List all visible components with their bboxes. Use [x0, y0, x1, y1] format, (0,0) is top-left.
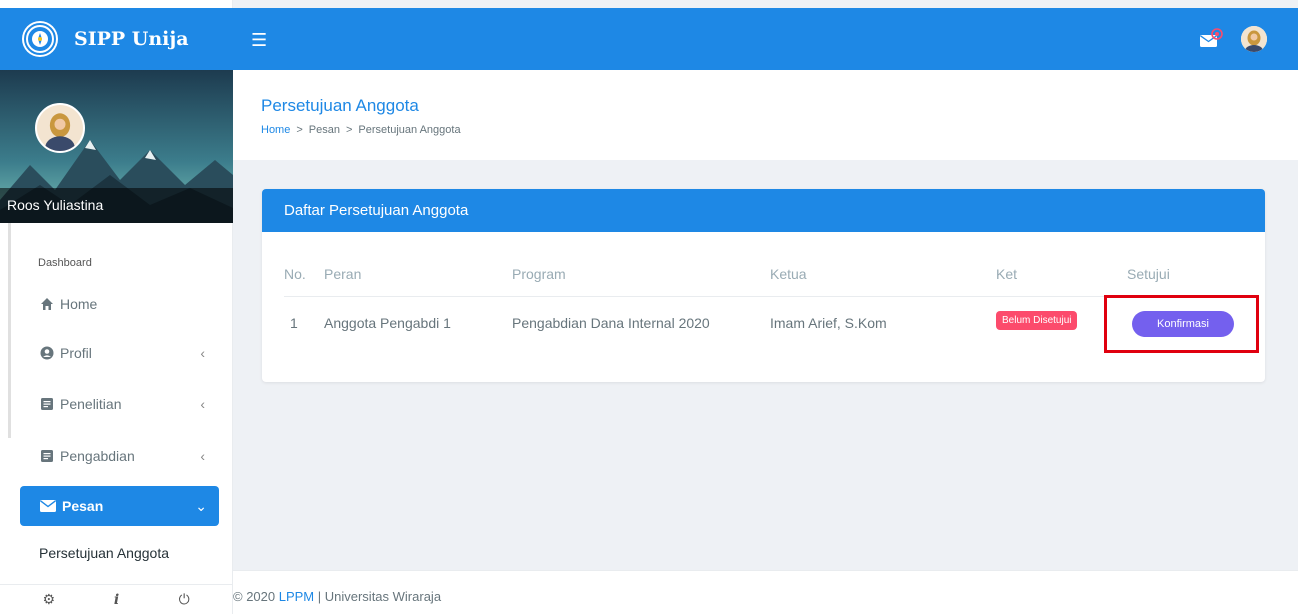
breadcrumb-pesan[interactable]: Pesan — [309, 124, 340, 136]
column-header-ketua: Ketua — [770, 266, 807, 282]
sidebar-item-label: Profil — [60, 345, 92, 361]
column-header-no: No. — [284, 266, 306, 282]
chevron-left-icon: ‹ — [200, 396, 205, 412]
column-header-program: Program — [512, 266, 566, 282]
sidebar-item-label: Pesan — [62, 498, 104, 514]
page-title-area: Persetujuan Anggota Home > Pesan > Persetuju… — [233, 70, 1298, 160]
cell-peran: Anggota Pengabdi 1 — [324, 315, 451, 331]
card-title: Daftar Persetujuan Anggota — [262, 189, 1265, 232]
profile-name[interactable]: Roos Yuliastina — [7, 197, 103, 213]
hamburger-menu-icon[interactable]: ☰ — [251, 30, 267, 51]
sidebar-item-label: Home — [60, 296, 98, 312]
notification-mail-icon[interactable] — [1199, 28, 1223, 54]
sidebar: SIPP Unija Roos Yuliastina Dashboard Hom… — [0, 0, 233, 614]
sidebar-item-penelitian[interactable]: Penelitian ‹ — [40, 396, 215, 412]
power-icon[interactable]: ⏻ — [174, 592, 194, 608]
sidebar-item-pengabdian[interactable]: Pengabdian ‹ — [40, 448, 215, 464]
envelope-icon — [40, 500, 56, 512]
footer-lppm-link[interactable]: LPPM — [279, 589, 314, 604]
profile-name-bar: Roos Yuliastina — [0, 188, 233, 223]
footer-copyright: © 2020 — [233, 589, 279, 604]
profile-banner: Roos Yuliastina — [0, 70, 233, 223]
settings-icon[interactable]: ⚙ — [39, 592, 59, 608]
sidebar-item-profil[interactable]: Profil ‹ — [40, 345, 215, 361]
chevron-down-icon: ⌄ — [195, 497, 207, 514]
cell-ketua: Imam Arief, S.Kom — [770, 315, 887, 331]
cell-no: 1 — [290, 315, 298, 331]
breadcrumb-separator: > — [296, 124, 303, 136]
nav-caption: Dashboard — [38, 257, 92, 269]
breadcrumb-home[interactable]: Home — [261, 124, 290, 136]
page-title: Persetujuan Anggota — [261, 96, 419, 115]
status-badge: Belum Disetujui — [996, 311, 1078, 330]
sidebar-footer: ⚙ i ⏻ — [0, 584, 233, 614]
footer-university: | Universitas Wiraraja — [314, 589, 442, 604]
column-header-setujui: Setujui — [1127, 266, 1170, 282]
chevron-left-icon: ‹ — [200, 345, 205, 361]
cell-program: Pengabdian Dana Internal 2020 — [512, 315, 710, 331]
info-icon[interactable]: i — [106, 592, 126, 608]
sidebar-item-home[interactable]: Home — [40, 296, 215, 312]
topbar: ☰ — [233, 8, 1298, 70]
user-circle-icon — [40, 346, 54, 360]
column-header-ket: Ket — [996, 266, 1018, 282]
footer-text: © 2020 LPPM | Universitas Wiraraja — [233, 589, 441, 604]
sidebar-item-label: Pengabdian — [60, 448, 135, 464]
home-icon — [40, 297, 54, 311]
top-user-avatar[interactable] — [1241, 26, 1267, 52]
page-footer: © 2020 LPPM | Universitas Wiraraja — [233, 570, 1298, 614]
column-header-peran: Peran — [324, 266, 362, 282]
breadcrumb: Home > Pesan > Persetujuan Anggota — [261, 124, 461, 136]
brand[interactable]: SIPP Unija — [0, 8, 233, 70]
approval-card: Daftar Persetujuan Anggota No. Peran Pro… — [262, 189, 1265, 382]
sidebar-item-pesan[interactable]: Pesan ⌄ — [20, 486, 219, 526]
highlight-annotation-box — [1104, 295, 1259, 353]
document-icon — [40, 397, 54, 411]
breadcrumb-current: Persetujuan Anggota — [358, 124, 461, 136]
sidebar-scrollbar[interactable] — [8, 223, 11, 438]
profile-avatar[interactable] — [35, 103, 85, 153]
chevron-left-icon: ‹ — [200, 448, 205, 464]
university-logo-icon — [24, 23, 56, 55]
sidebar-item-label: Penelitian — [60, 396, 122, 412]
brand-name: SIPP Unija — [74, 28, 189, 50]
document-icon — [40, 449, 54, 463]
breadcrumb-separator: > — [345, 124, 353, 136]
sidebar-subitem-persetujuan-anggota[interactable]: Persetujuan Anggota — [39, 545, 169, 561]
